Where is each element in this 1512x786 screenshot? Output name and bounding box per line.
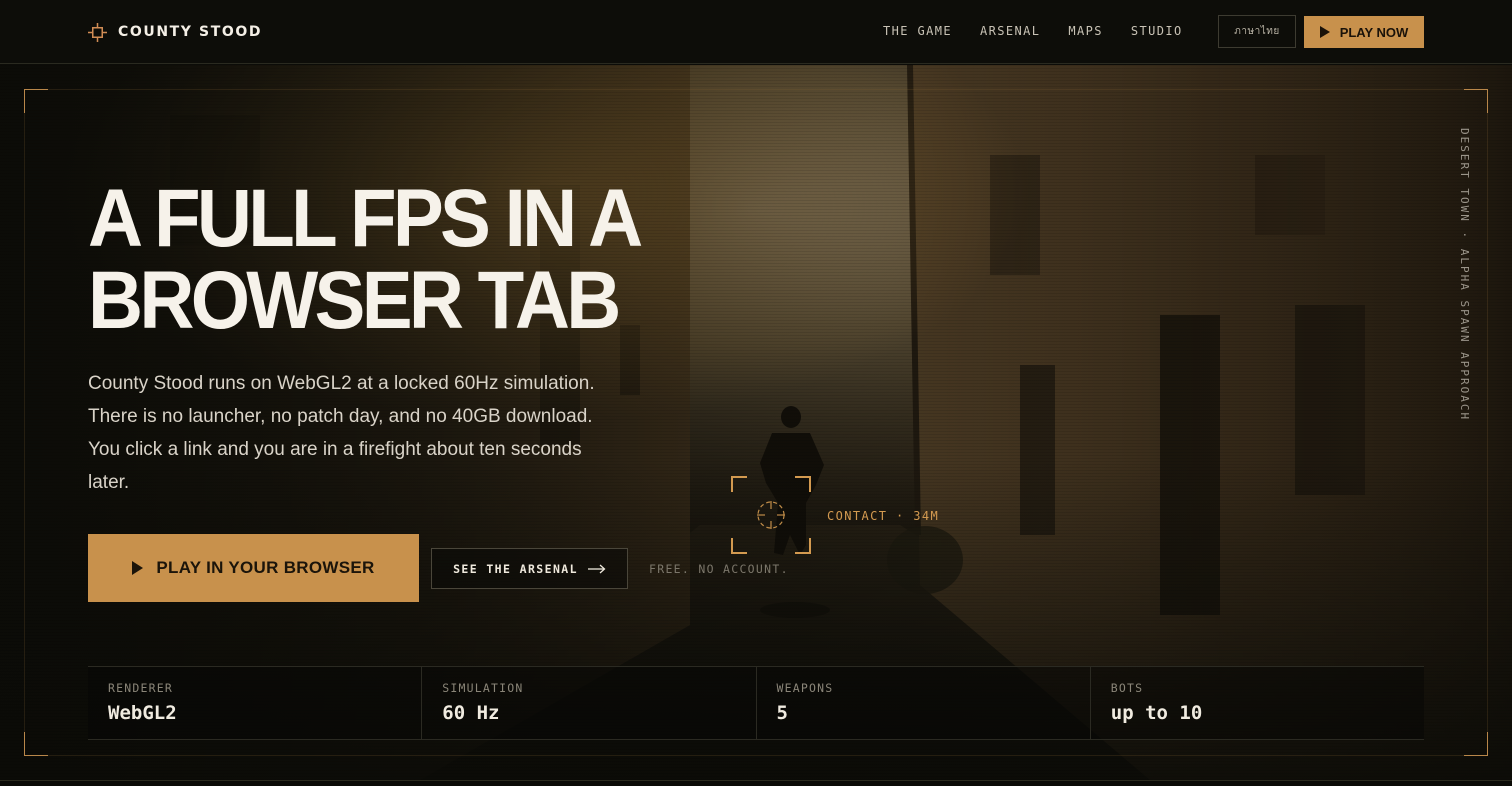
see-arsenal-button[interactable]: SEE THE ARSENAL [431, 548, 628, 589]
stat-label: WEAPONS [776, 681, 834, 695]
top-nav: COUNTY STOOD THE GAME ARSENAL MAPS STUDI… [0, 0, 1512, 64]
primary-nav: THE GAME ARSENAL MAPS STUDIO [883, 24, 1183, 38]
play-now-button[interactable]: PLAY NOW [1304, 16, 1424, 48]
frame-corner-bottom-left [24, 732, 48, 756]
stat-label: SIMULATION [442, 681, 524, 695]
nav-link-the-game[interactable]: THE GAME [883, 24, 952, 38]
target-reticle-icon [731, 476, 811, 554]
play-icon [1319, 26, 1330, 38]
section-divider [0, 780, 1512, 786]
stat-value: WebGL2 [108, 702, 177, 724]
frame-corner-top-right [1464, 89, 1488, 113]
free-no-account-note: FREE. NO ACCOUNT. [649, 562, 789, 576]
hero-description: County Stood runs on WebGL2 at a locked … [88, 373, 595, 493]
see-arsenal-label: SEE THE ARSENAL [453, 561, 578, 576]
play-in-browser-label: PLAY IN YOUR BROWSER [156, 558, 375, 577]
stat-label: BOTS [1110, 681, 1144, 695]
frame-corner-bottom-right [1464, 732, 1488, 756]
stat-renderer: RENDERER WebGL2 [88, 667, 421, 739]
brand-name: COUNTY STOOD [118, 24, 263, 40]
tech-stats-bar: RENDERER WebGL2 SIMULATION 60 Hz WEAPONS… [88, 666, 1424, 740]
nav-link-arsenal[interactable]: ARSENAL [980, 24, 1040, 38]
stat-bots: BOTS up to 10 [1089, 667, 1424, 739]
frame-corner-top-left [24, 89, 48, 113]
play-icon [132, 561, 144, 575]
arrow-right-icon [587, 564, 606, 573]
stat-weapons: WEAPONS 5 [755, 667, 1090, 739]
brand-logo[interactable]: COUNTY STOOD [88, 20, 262, 44]
language-switch-button[interactable]: ภาษาไทย [1218, 15, 1296, 48]
stat-simulation: SIMULATION 60 Hz [421, 667, 755, 739]
headline-line-1: A FULL FPS IN A [88, 173, 643, 264]
stat-label: RENDERER [108, 681, 173, 695]
nav-link-maps[interactable]: MAPS [1068, 24, 1103, 38]
stat-value: 60 Hz [442, 702, 500, 724]
scene-caption: DESERT TOWN · ALPHA SPAWN APPROACH [1458, 128, 1471, 422]
hero-headline: A FULL FPS IN A BROWSER TAB [88, 178, 665, 342]
headline-line-2: BROWSER TAB [88, 255, 621, 346]
play-in-browser-button[interactable]: PLAY IN YOUR BROWSER [88, 534, 419, 602]
nav-link-studio[interactable]: STUDIO [1131, 24, 1183, 38]
stat-value: 5 [776, 702, 788, 724]
target-distance-readout: CONTACT · 34M [827, 509, 940, 523]
crosshair-icon [88, 22, 107, 42]
stat-value: up to 10 [1110, 702, 1203, 724]
play-now-label: PLAY NOW [1339, 24, 1409, 40]
